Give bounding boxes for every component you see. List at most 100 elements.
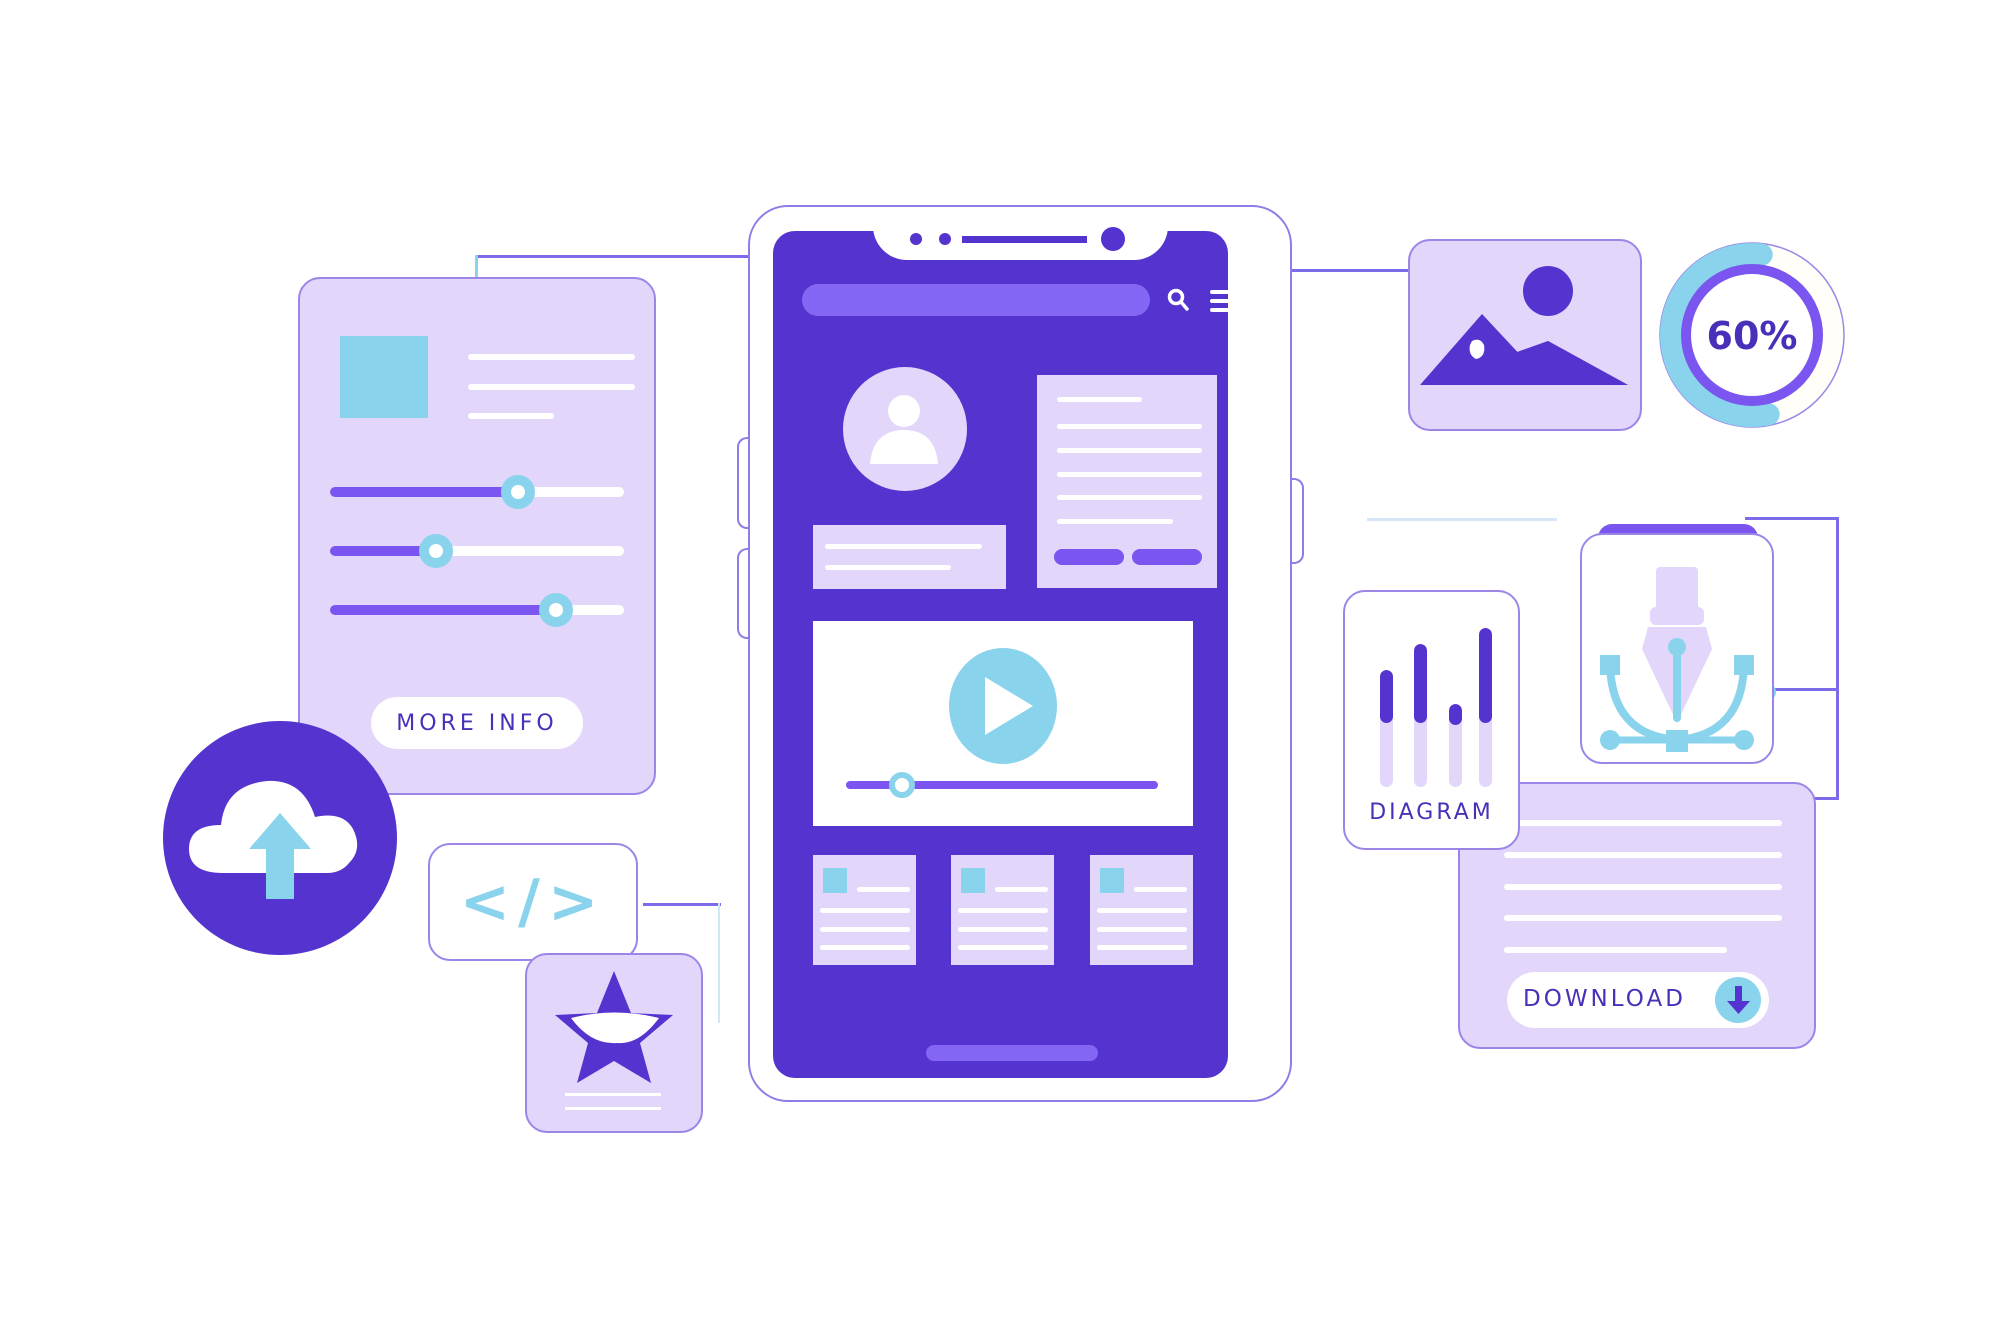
settings-card: MORE INFO (298, 277, 656, 795)
slider-2[interactable] (330, 534, 624, 568)
phone-notch (873, 226, 1168, 260)
profile-info-box (813, 525, 1006, 589)
more-info-button[interactable]: MORE INFO (371, 697, 583, 749)
video-progress-knob[interactable] (889, 772, 916, 798)
text-line (958, 908, 1048, 913)
front-camera (1101, 227, 1125, 251)
diagram-bar-fill (1414, 644, 1427, 723)
hamburger-menu-icon[interactable] (1210, 290, 1240, 312)
search-icon[interactable] (1166, 287, 1192, 313)
gauge-label: 60% (1707, 314, 1798, 358)
text-line (825, 544, 982, 549)
power-button[interactable] (1290, 478, 1304, 564)
diagram-bar-fill (1449, 704, 1462, 725)
sensor-dot (910, 233, 922, 245)
diagram-bar (1414, 644, 1427, 787)
diagram-card: DIAGRAM (1343, 590, 1520, 850)
slider-knob[interactable] (539, 593, 574, 627)
slider-3[interactable] (330, 593, 624, 627)
text-line (468, 413, 554, 419)
article-action-button[interactable] (1054, 549, 1124, 565)
text-line (1057, 472, 1202, 477)
diagram-bar (1479, 628, 1492, 787)
download-arrow-icon (1715, 977, 1761, 1023)
text-line (825, 565, 951, 570)
star-icon (555, 971, 673, 1110)
text-line (1057, 397, 1142, 402)
image-card (1408, 239, 1642, 431)
article-action-button[interactable] (1132, 549, 1202, 565)
search-input[interactable] (802, 284, 1150, 316)
slider-knob[interactable] (418, 534, 453, 568)
pen-tool-card (1580, 533, 1774, 764)
pen-tool-bezier-icon (1600, 567, 1754, 752)
text-line (1504, 884, 1782, 890)
star-card (525, 953, 703, 1133)
text-line (1057, 424, 1202, 429)
connector-left-card-phone (476, 255, 748, 258)
text-line (857, 887, 910, 892)
text-line (958, 945, 1048, 950)
speaker-grille (962, 236, 1087, 243)
diagram-bar (1380, 670, 1393, 787)
connector-bracket-vertical (1836, 517, 1839, 800)
connector-bracket-top (1745, 517, 1839, 520)
connector-code-phone (643, 903, 721, 906)
text-line (995, 887, 1048, 892)
diagram-bar (1449, 704, 1462, 787)
connector-star-vertical (718, 903, 720, 1023)
slider-1[interactable] (330, 475, 624, 509)
sensor-dot (939, 233, 951, 245)
diagram-label: DIAGRAM (1369, 800, 1494, 825)
home-indicator[interactable] (926, 1045, 1098, 1061)
text-line (1057, 519, 1173, 524)
text-line (1134, 887, 1187, 892)
text-line (958, 927, 1048, 932)
connector-phone-image (1292, 269, 1427, 272)
cloud-upload-icon (189, 780, 358, 899)
code-icon: </> (459, 867, 607, 937)
code-card: </> (428, 843, 638, 961)
slider-fill (330, 487, 519, 497)
content-tile-1[interactable] (813, 855, 916, 965)
tile-thumbnail (961, 868, 985, 893)
user-avatar-icon (870, 395, 938, 464)
text-line (468, 354, 635, 360)
connector-bracket-pen (1773, 688, 1837, 691)
connector-faded (1367, 518, 1557, 521)
text-line (1504, 915, 1782, 921)
article-card (1037, 375, 1217, 588)
tile-thumbnail (1100, 868, 1124, 893)
video-player[interactable] (813, 621, 1193, 826)
play-icon (985, 677, 1033, 735)
text-line (1097, 908, 1187, 913)
tile-thumbnail (823, 868, 847, 893)
content-tile-2[interactable] (951, 855, 1054, 965)
text-line (1057, 495, 1202, 500)
phone-screen (773, 231, 1240, 1078)
text-line (1504, 820, 1782, 826)
text-line (820, 908, 910, 913)
play-button[interactable] (949, 648, 1057, 764)
image-landscape-icon (1420, 266, 1628, 385)
more-info-label: MORE INFO (396, 710, 558, 736)
text-line (468, 384, 635, 390)
slider-fill (330, 605, 557, 615)
cloud-upload-button[interactable] (163, 721, 397, 955)
slider-knob[interactable] (501, 475, 536, 509)
progress-gauge: 60% (1659, 242, 1845, 428)
text-line (1504, 852, 1782, 858)
text-line (820, 945, 910, 950)
text-line (1057, 448, 1202, 453)
text-line (1097, 945, 1187, 950)
thumbnail-image (340, 336, 428, 418)
download-button[interactable]: DOWNLOAD (1507, 972, 1769, 1028)
text-line (1097, 927, 1187, 932)
diagram-bar-chart (1345, 592, 1518, 802)
content-tile-3[interactable] (1090, 855, 1193, 965)
download-label: DOWNLOAD (1523, 986, 1686, 1012)
text-line (1504, 947, 1727, 953)
diagram-bar-fill (1479, 628, 1492, 724)
profile-avatar[interactable] (843, 367, 967, 491)
diagram-bar-fill (1380, 670, 1393, 723)
